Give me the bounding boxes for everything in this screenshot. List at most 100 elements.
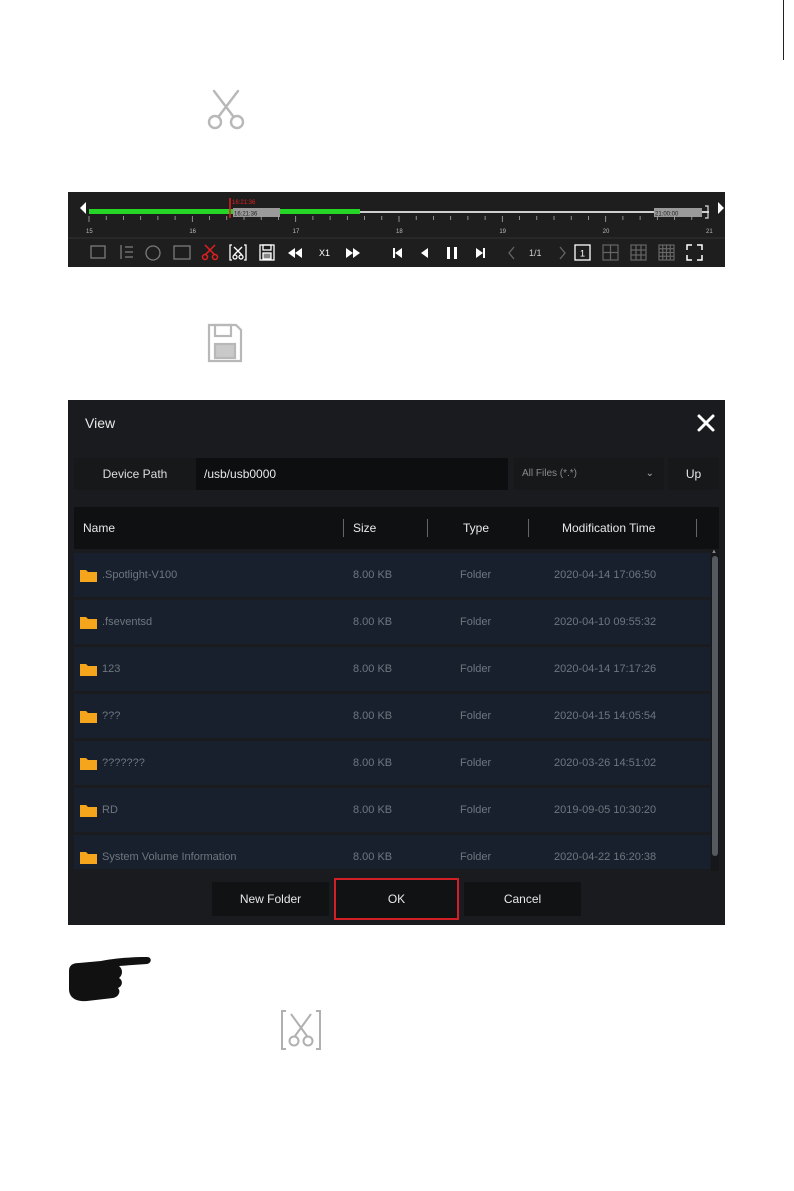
file-browser-dialog: View Device Path /usb/usb0000 All Files … bbox=[68, 400, 725, 925]
device-path-label: Device Path bbox=[74, 458, 196, 490]
layout-sixteen-icon[interactable] bbox=[658, 244, 675, 261]
face-search-icon[interactable] bbox=[145, 245, 161, 261]
hour-label: 20 bbox=[603, 229, 610, 235]
speed-label[interactable]: X1 bbox=[319, 248, 330, 258]
file-type: Folder bbox=[460, 663, 492, 675]
file-name: ??????? bbox=[102, 757, 145, 769]
rewind-icon[interactable] bbox=[288, 248, 302, 258]
close-icon[interactable] bbox=[695, 412, 717, 434]
page-indicator: 1/1 bbox=[529, 248, 542, 258]
file-list: .Spotlight-V100 8.00 KB Folder 2020-04-14 1… bbox=[74, 553, 710, 869]
timeline-hour-labels: 15 16 17 18 19 20 21 bbox=[86, 229, 713, 235]
layout-nine-icon[interactable] bbox=[630, 244, 647, 261]
file-type: Folder bbox=[460, 804, 492, 816]
playback-timeline-bar: 16:21:36 16:21:36 21:00:00 15 16 17 18 19 20 2… bbox=[68, 192, 725, 267]
camera-list-icon[interactable] bbox=[90, 245, 106, 259]
cursor-time: 16:21:36 bbox=[232, 200, 256, 206]
file-type: Folder bbox=[460, 757, 492, 769]
save-clip-icon[interactable] bbox=[259, 244, 275, 261]
next-file-icon[interactable] bbox=[476, 248, 485, 258]
device-path-field[interactable]: /usb/usb0000 bbox=[196, 458, 508, 490]
cancel-button[interactable]: Cancel bbox=[464, 882, 581, 916]
column-size[interactable]: Size bbox=[353, 507, 376, 549]
file-row[interactable]: System Volume Information 8.00 KB Folder 20… bbox=[74, 835, 710, 869]
column-modified[interactable]: Modification Time bbox=[562, 507, 655, 549]
file-type: Folder bbox=[460, 851, 492, 863]
fast-forward-icon[interactable] bbox=[346, 248, 360, 258]
file-type: Folder bbox=[460, 569, 492, 581]
file-modified: 2020-04-15 14:05:54 bbox=[554, 710, 657, 722]
previous-file-icon[interactable] bbox=[393, 248, 402, 258]
prev-page-icon[interactable] bbox=[508, 246, 515, 260]
ok-button[interactable]: OK bbox=[334, 878, 459, 920]
file-name: 123 bbox=[102, 663, 121, 675]
next-page-icon[interactable] bbox=[559, 246, 566, 260]
scroll-up-icon[interactable]: ▲ bbox=[711, 549, 717, 555]
folder-icon bbox=[80, 805, 97, 817]
file-row[interactable]: 123 8.00 KB Folder 2020-04-14 17:17:26 bbox=[74, 647, 710, 691]
pos-icon[interactable] bbox=[173, 245, 191, 260]
file-row[interactable]: ??? 8.00 KB Folder 2020-04-15 14:05:54 bbox=[74, 694, 710, 738]
file-size: 8.00 KB bbox=[353, 616, 393, 628]
file-filter-dropdown[interactable]: All Files (*.*) ⌄ bbox=[514, 458, 664, 490]
file-type: Folder bbox=[460, 616, 492, 628]
clip-start-time: 16:21:36 bbox=[234, 212, 258, 218]
scrollbar[interactable]: ▲ bbox=[711, 549, 719, 871]
file-modified: 2020-04-10 09:55:32 bbox=[554, 616, 657, 628]
file-size: 8.00 KB bbox=[353, 757, 393, 769]
hour-label: 18 bbox=[396, 229, 403, 235]
recording-segment[interactable] bbox=[89, 209, 360, 214]
fullscreen-icon[interactable] bbox=[686, 244, 703, 261]
timeline-left-arrow-icon[interactable] bbox=[80, 202, 86, 214]
page-edge-line bbox=[783, 0, 784, 60]
timeline-graphics: 16:21:36 16:21:36 21:00:00 15 16 17 18 19 20 2… bbox=[68, 198, 725, 261]
scissors-icon bbox=[207, 89, 245, 130]
layout-four-icon[interactable] bbox=[602, 244, 619, 261]
file-row[interactable]: .fseventsd 8.00 KB Folder 2020-04-10 09:55:… bbox=[74, 600, 710, 644]
pointing-hand-icon bbox=[69, 957, 151, 1002]
file-filter-value: All Files (*.*) bbox=[522, 468, 578, 479]
scroll-thumb[interactable] bbox=[712, 556, 718, 856]
file-size: 8.00 KB bbox=[353, 804, 393, 816]
hour-label: 17 bbox=[293, 229, 300, 235]
file-name: System Volume Information bbox=[102, 851, 237, 863]
file-table-header: Name Size Type Modification Time bbox=[74, 507, 719, 549]
folder-icon bbox=[80, 570, 97, 582]
event-list-icon[interactable] bbox=[120, 245, 133, 259]
file-modified: 2020-04-14 17:17:26 bbox=[554, 663, 657, 675]
folder-icon bbox=[80, 617, 97, 629]
file-name: RD bbox=[102, 804, 118, 816]
pause-icon[interactable] bbox=[447, 247, 457, 259]
file-modified: 2019-09-05 10:30:20 bbox=[554, 804, 657, 816]
column-type[interactable]: Type bbox=[463, 507, 489, 549]
folder-icon bbox=[80, 664, 97, 676]
cut-scissors-icon[interactable] bbox=[201, 244, 219, 261]
file-row[interactable]: ??????? 8.00 KB Folder 2020-03-26 14:51:02 bbox=[74, 741, 710, 785]
clip-scissors-icon bbox=[281, 1010, 321, 1050]
dialog-title: View bbox=[85, 415, 116, 431]
save-icon bbox=[207, 323, 243, 363]
file-row[interactable]: .Spotlight-V100 8.00 KB Folder 2020-04-14 1… bbox=[74, 553, 710, 597]
up-button[interactable]: Up bbox=[668, 458, 719, 490]
hour-label: 16 bbox=[189, 229, 196, 235]
new-folder-button[interactable]: New Folder bbox=[212, 882, 329, 916]
file-row[interactable]: RD 8.00 KB Folder 2019-09-05 10:30:20 bbox=[74, 788, 710, 832]
timeline-right-arrow-icon[interactable] bbox=[718, 202, 724, 214]
chevron-down-icon: ⌄ bbox=[645, 468, 654, 479]
hour-label: 15 bbox=[86, 229, 93, 235]
file-modified: 2020-04-14 17:06:50 bbox=[554, 569, 657, 581]
folder-icon bbox=[80, 711, 97, 723]
file-size: 8.00 KB bbox=[353, 569, 393, 581]
column-divider bbox=[427, 519, 428, 537]
layout-one-label: 1 bbox=[580, 249, 585, 259]
file-type: Folder bbox=[460, 710, 492, 722]
file-name: .fseventsd bbox=[102, 616, 153, 628]
file-size: 8.00 KB bbox=[353, 851, 393, 863]
clip-scissors-icon[interactable] bbox=[229, 244, 247, 261]
file-modified: 2020-03-26 14:51:02 bbox=[554, 757, 657, 769]
clip-end-time: 21:00:00 bbox=[655, 212, 679, 218]
reverse-play-icon[interactable] bbox=[421, 248, 428, 258]
file-modified: 2020-04-22 16:20:38 bbox=[554, 851, 657, 863]
timeline-ticks bbox=[88, 216, 693, 222]
column-name[interactable]: Name bbox=[83, 507, 115, 549]
